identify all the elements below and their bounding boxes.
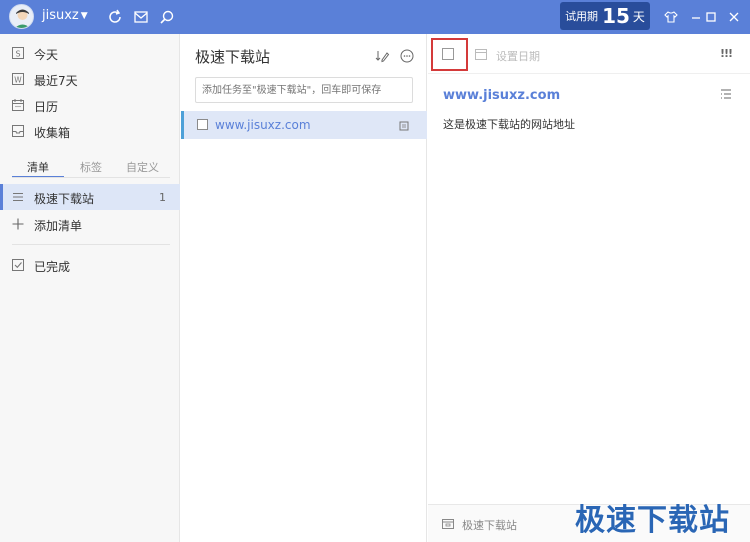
calendar-s-icon: S	[11, 46, 25, 60]
tab-custom[interactable]: 自定义	[126, 159, 159, 175]
list-count: 1	[159, 191, 166, 204]
tabs-divider	[12, 177, 170, 178]
inbox-icon	[11, 124, 25, 138]
task-row[interactable]: www.jisuxz.com	[181, 111, 427, 139]
avatar-icon	[14, 9, 31, 28]
checklist-icon[interactable]	[720, 88, 732, 100]
sidebar-divider	[12, 244, 170, 245]
add-list-button[interactable]: 添加清单	[0, 211, 180, 237]
search-icon[interactable]	[158, 8, 176, 26]
sidebar-item-label: 极速下载站	[34, 192, 95, 206]
avatar[interactable]	[9, 4, 34, 29]
detail-description[interactable]: 这是极速下载站的网站地址	[443, 116, 575, 132]
maximize-button[interactable]	[700, 6, 722, 28]
svg-text:S: S	[15, 50, 20, 59]
sidebar-item-label: 日历	[34, 100, 59, 114]
sync-icon[interactable]	[106, 8, 124, 26]
calendar-w-icon: W	[11, 72, 25, 86]
mail-icon[interactable]	[132, 8, 150, 26]
list-tabs: 清单 标签 自定义	[0, 156, 180, 178]
skin-button[interactable]	[660, 6, 682, 28]
sidebar-item-list[interactable]: 极速下载站 1	[0, 184, 180, 210]
detail-checkbox[interactable]	[442, 48, 454, 60]
priority-button[interactable]: !!!	[720, 47, 733, 60]
trial-badge[interactable]: 试用期 15 天	[560, 2, 650, 30]
sidebar-item-label: 今天	[34, 48, 59, 62]
list-icon	[11, 190, 25, 204]
task-title: www.jisuxz.com	[215, 118, 311, 132]
tab-tags[interactable]: 标签	[80, 159, 102, 175]
shirt-icon	[664, 11, 678, 23]
tab-lists[interactable]: 清单	[27, 159, 49, 175]
task-detail-pane: 设置日期 !!! www.jisuxz.com 这是极速下载站的网站地址 极速下…	[428, 34, 750, 542]
title-bar: jisuxz ▼ 试用期 15 天	[0, 0, 750, 34]
sidebar-item-label: 最近7天	[34, 74, 78, 88]
sidebar-item-completed[interactable]: 已完成	[0, 252, 180, 278]
sidebar-item-calendar[interactable]: 日历	[0, 92, 180, 118]
detail-toolbar: 设置日期 !!!	[428, 34, 750, 74]
detail-title[interactable]: www.jisuxz.com	[443, 88, 560, 103]
trial-days: 15	[602, 4, 630, 28]
plus-icon	[11, 217, 25, 231]
close-button[interactable]	[723, 6, 745, 28]
more-icon[interactable]	[399, 48, 415, 64]
detail-list-name[interactable]: 极速下载站	[462, 517, 517, 533]
set-date-button[interactable]: 设置日期	[496, 48, 540, 64]
task-checkbox[interactable]	[197, 119, 208, 130]
trial-label: 试用期	[565, 10, 599, 23]
calendar-icon[interactable]	[474, 47, 488, 61]
svg-text:W: W	[14, 76, 22, 85]
watermark: 极速下载站	[575, 503, 730, 538]
list-move-icon[interactable]	[441, 517, 455, 531]
sidebar: S 今天 W 最近7天 日历 收集箱 清单 标签 自定义 极速下载站 1 添加清…	[0, 34, 180, 542]
add-task-input[interactable]	[195, 77, 413, 103]
maximize-icon	[706, 12, 716, 22]
sidebar-item-inbox[interactable]: 收集箱	[0, 118, 180, 144]
add-list-label: 添加清单	[34, 219, 83, 233]
sidebar-item-next7days[interactable]: W 最近7天	[0, 66, 180, 92]
username-dropdown[interactable]: jisuxz ▼	[42, 8, 88, 23]
sidebar-item-today[interactable]: S 今天	[0, 40, 180, 66]
tab-active-indicator	[12, 176, 64, 177]
sort-icon[interactable]	[374, 48, 390, 64]
checkbox-checked-icon	[11, 258, 25, 272]
calendar-icon	[11, 98, 25, 112]
sidebar-item-label: 收集箱	[34, 126, 71, 140]
username-label: jisuxz	[42, 8, 79, 23]
note-icon	[399, 120, 409, 131]
trial-unit: 天	[632, 9, 645, 24]
close-icon	[729, 12, 739, 22]
sidebar-item-label: 已完成	[34, 260, 71, 274]
task-list-pane: 极速下载站 www.jisuxz.com	[181, 34, 427, 542]
list-title: 极速下载站	[195, 48, 271, 66]
chevron-down-icon: ▼	[80, 10, 88, 21]
